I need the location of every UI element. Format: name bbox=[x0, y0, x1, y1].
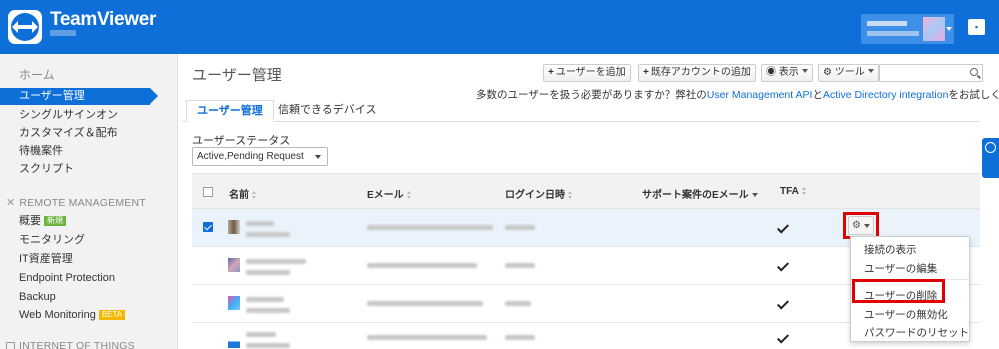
column-name[interactable]: 名前 bbox=[229, 186, 257, 201]
avatar bbox=[228, 334, 240, 348]
tfa-check-icon bbox=[776, 221, 790, 234]
sort-icon bbox=[252, 191, 257, 199]
sidebar-item-customize[interactable]: カスタマイズ＆配布 bbox=[19, 125, 118, 142]
smiley-icon bbox=[985, 142, 996, 153]
sidebar-item-sso[interactable]: シングルサインオン bbox=[19, 107, 118, 124]
tools-dropdown[interactable]: ⚙ ツール bbox=[818, 64, 879, 82]
iot-icon bbox=[6, 341, 15, 349]
brand-name: TeamViewer bbox=[50, 9, 157, 30]
sidebar-item-web-monitoring[interactable]: Web Monitoring BETA bbox=[19, 307, 126, 324]
chevron-down-icon bbox=[946, 27, 952, 31]
login-time-blurred bbox=[505, 225, 535, 230]
avatar bbox=[923, 17, 945, 41]
tab-user-management[interactable]: ユーザー管理 bbox=[186, 100, 274, 122]
sidebar-item-overview[interactable]: 概要 新規 bbox=[19, 213, 66, 230]
user-name-blurred bbox=[246, 221, 274, 226]
user-email-blurred bbox=[367, 335, 487, 340]
tfa-check-icon bbox=[776, 297, 790, 310]
tfa-check-icon bbox=[776, 331, 790, 344]
beta-badge: BETA bbox=[98, 310, 126, 320]
table-header: 名前 Eメール ログイン日時 サポート案件のEメール TFA bbox=[192, 173, 980, 209]
brand-subtitle-blurred bbox=[50, 30, 76, 36]
sidebar: ホーム ユーザー管理 シングルサインオン カスタマイズ＆配布 待機案件 スクリプ… bbox=[0, 54, 178, 349]
sidebar-item-user-management[interactable]: ユーザー管理 bbox=[0, 88, 158, 105]
select-all-checkbox[interactable] bbox=[203, 187, 213, 197]
highlight-box-delete bbox=[852, 279, 945, 303]
account-menu[interactable] bbox=[861, 14, 954, 44]
eye-icon: ◉ bbox=[766, 67, 779, 78]
user-name-blurred bbox=[246, 332, 276, 337]
remote-management-icon: ✕ bbox=[6, 197, 16, 209]
user-name-blurred bbox=[246, 259, 306, 264]
chevron-down-icon bbox=[867, 69, 874, 73]
sort-desc-icon bbox=[751, 193, 758, 197]
gear-icon: ⚙ bbox=[823, 67, 835, 78]
user-status-label: ユーザーステータス bbox=[192, 135, 291, 147]
user-email-blurred bbox=[367, 225, 493, 230]
sidebar-item-queue[interactable]: 待機案件 bbox=[19, 143, 63, 160]
column-support-email[interactable]: サポート案件のEメール bbox=[642, 186, 758, 201]
chat-icon[interactable]: ▪ bbox=[968, 19, 985, 35]
menu-item-show-connections[interactable]: 接続の表示 bbox=[864, 242, 917, 257]
sort-icon bbox=[568, 191, 573, 199]
section-remote-management: ✕ REMOTE MANAGEMENT bbox=[6, 196, 146, 210]
teamviewer-logo[interactable]: TeamViewer bbox=[8, 10, 156, 44]
sidebar-item-monitoring[interactable]: モニタリング bbox=[19, 232, 85, 249]
login-time-blurred bbox=[505, 335, 535, 340]
login-time-blurred bbox=[505, 301, 531, 306]
new-badge: 新規 bbox=[44, 216, 66, 226]
sidebar-item-backup[interactable]: Backup bbox=[19, 289, 56, 306]
plus-icon: + bbox=[643, 67, 649, 78]
column-login-time[interactable]: ログイン日時 bbox=[505, 186, 573, 201]
tab-bar: ユーザー管理 信頼できるデバイス bbox=[182, 100, 980, 122]
add-user-button[interactable]: + ユーザーを追加 bbox=[543, 64, 631, 82]
menu-item-edit-user[interactable]: ユーザーの編集 bbox=[864, 261, 937, 276]
page-title: ユーザー管理 bbox=[192, 67, 282, 84]
view-dropdown[interactable]: ◉ 表示 bbox=[761, 64, 813, 82]
user-name-blurred bbox=[246, 297, 284, 302]
column-email[interactable]: Eメール bbox=[367, 186, 412, 201]
section-iot: INTERNET OF THINGS bbox=[6, 340, 135, 349]
avatar bbox=[228, 296, 240, 310]
plus-icon: + bbox=[548, 67, 554, 78]
sidebar-item-scripts[interactable]: スクリプト bbox=[19, 161, 74, 178]
user-email-blurred bbox=[367, 301, 483, 306]
feedback-tab[interactable] bbox=[982, 138, 999, 178]
menu-item-reset-password[interactable]: パスワードのリセット bbox=[864, 325, 969, 340]
search-icon bbox=[970, 68, 978, 76]
chevron-down-icon bbox=[801, 69, 808, 73]
add-existing-account-button[interactable]: + 既存アカウントの追加 bbox=[638, 64, 756, 82]
search-input[interactable] bbox=[879, 64, 983, 82]
sidebar-item-endpoint-protection[interactable]: Endpoint Protection bbox=[19, 270, 115, 287]
row-checkbox[interactable] bbox=[203, 222, 213, 232]
menu-item-deactivate-user[interactable]: ユーザーの無効化 bbox=[864, 307, 948, 322]
sidebar-item-home[interactable]: ホーム bbox=[19, 67, 55, 84]
sort-icon bbox=[406, 191, 412, 199]
tab-trusted-devices[interactable]: 信頼できるデバイス bbox=[268, 100, 386, 122]
sidebar-item-asset-management[interactable]: IT資産管理 bbox=[19, 251, 73, 268]
chevron-down-icon bbox=[315, 155, 321, 159]
user-email-blurred bbox=[367, 263, 477, 268]
sort-icon bbox=[801, 187, 807, 195]
tfa-check-icon bbox=[776, 259, 790, 272]
user-status-select[interactable]: Active,Pending Request bbox=[192, 147, 328, 166]
highlight-box-gear bbox=[843, 212, 879, 239]
column-tfa[interactable]: TFA bbox=[780, 186, 807, 197]
avatar bbox=[228, 220, 240, 234]
login-time-blurred bbox=[505, 263, 535, 268]
top-header: TeamViewer ▪ bbox=[0, 0, 999, 54]
teamviewer-logo-icon bbox=[8, 10, 42, 44]
avatar bbox=[228, 258, 240, 272]
